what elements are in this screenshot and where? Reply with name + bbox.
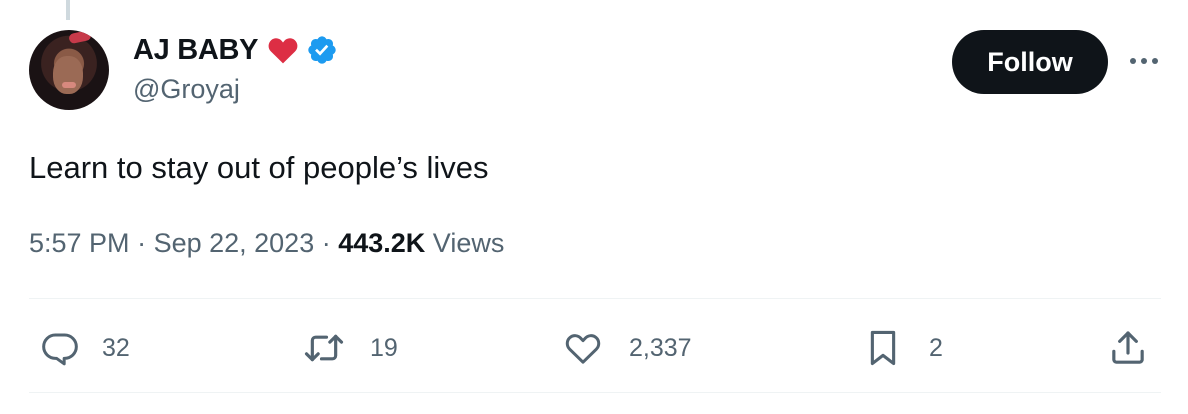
views-count[interactable]: 443.2K (338, 228, 425, 259)
author-name-row: AJ BABY (133, 30, 338, 70)
avatar-face (53, 56, 83, 94)
retweet-icon (304, 334, 344, 362)
red-heart-emoji-icon (266, 33, 300, 67)
tweet-date[interactable]: Sep 22, 2023 (154, 228, 315, 259)
tweet-time[interactable]: 5:57 PM (29, 228, 130, 259)
avatar-lips (62, 82, 76, 88)
thread-connector-line (66, 0, 70, 20)
divider-top (29, 298, 1161, 299)
like-button[interactable]: 2,337 (563, 328, 692, 368)
bookmark-icon (870, 330, 896, 366)
author-display-name[interactable]: AJ BABY (133, 34, 259, 67)
avatar-bow (68, 30, 92, 45)
reply-icon (42, 333, 78, 366)
views-label: Views (425, 228, 505, 258)
retweet-count: 19 (370, 333, 398, 362)
meta-separator: · (314, 228, 339, 258)
tweet-metadata: 5:57 PM · Sep 22, 2023 · 443.2K Views (29, 228, 504, 259)
reply-count: 32 (102, 333, 130, 362)
heart-icon (565, 334, 601, 364)
author-handle[interactable]: @Groyaj (133, 74, 240, 105)
avatar[interactable] (29, 30, 109, 110)
like-count: 2,337 (629, 333, 692, 362)
bookmark-count: 2 (929, 333, 943, 362)
tweet-text: Learn to stay out of people’s lives (29, 150, 489, 185)
verified-badge-icon[interactable] (306, 34, 338, 66)
divider-bottom (29, 392, 1161, 393)
retweet-button[interactable]: 19 (302, 328, 398, 368)
share-button[interactable] (1108, 328, 1148, 368)
reply-button[interactable]: 32 (40, 328, 130, 368)
follow-button[interactable]: Follow (952, 30, 1108, 94)
more-horizontal-icon (1130, 58, 1158, 64)
bookmark-button[interactable]: 2 (865, 328, 943, 368)
meta-separator: · (129, 228, 154, 258)
share-icon (1112, 331, 1144, 364)
more-options-button[interactable] (1124, 46, 1164, 76)
